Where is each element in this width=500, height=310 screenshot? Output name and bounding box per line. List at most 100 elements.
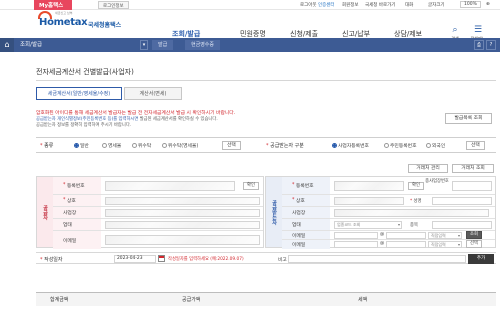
radio-dot bbox=[132, 143, 137, 148]
receiver-side-label: 공급받는자 bbox=[266, 177, 282, 247]
masked-value bbox=[106, 182, 234, 190]
item-field[interactable] bbox=[432, 221, 492, 229]
supplier-address-field[interactable] bbox=[105, 209, 260, 217]
receiver-email1-id-field[interactable] bbox=[334, 232, 378, 239]
at-sign: @ bbox=[380, 241, 385, 246]
masked-value bbox=[106, 198, 259, 204]
help-icon[interactable]: ? bbox=[486, 40, 496, 50]
radio-biz-no[interactable]: 사업자등록번호 bbox=[332, 142, 369, 149]
my-hometax-tab[interactable]: My홈택스 bbox=[34, 0, 100, 10]
receiver-regno-field[interactable] bbox=[334, 181, 404, 191]
receiver-row-address: 사업장 bbox=[282, 207, 495, 219]
item-label: 종목 bbox=[410, 223, 418, 228]
supplier-regno-field[interactable] bbox=[105, 181, 235, 191]
receiver-select-button[interactable]: 선택 bbox=[466, 141, 485, 150]
supplier-row-regno: * 등록번호 확인 bbox=[53, 177, 263, 195]
receiver-email2-id-field[interactable] bbox=[334, 241, 378, 248]
type-select-button[interactable]: 선택 bbox=[222, 141, 241, 150]
receiver-email2-label: 이메일 bbox=[282, 240, 330, 249]
add-button[interactable]: 추가 bbox=[468, 254, 494, 264]
supplier-check-button[interactable]: 확인 bbox=[243, 182, 259, 190]
summary-supply-header: 공급가액 bbox=[182, 297, 201, 303]
home-icon[interactable]: ⌂ bbox=[0, 38, 14, 52]
print-icon[interactable]: ⎙ bbox=[474, 40, 484, 50]
radio-foreigner[interactable]: 외국인 bbox=[426, 142, 445, 149]
radio-consignment-zero[interactable]: 위수탁(영세율) bbox=[162, 142, 198, 149]
receiver-name-label: * 상호 bbox=[282, 195, 330, 206]
supplier-name-field[interactable] bbox=[105, 197, 260, 205]
remark-input[interactable] bbox=[288, 255, 466, 263]
masked-value bbox=[335, 182, 403, 190]
global-nav: 조회/발급 민원증명 신청/제출 신고/납부 상담/제보 ⌕ 검색 ☰ 전체메뉴 bbox=[0, 12, 500, 47]
calendar-icon[interactable] bbox=[158, 255, 165, 262]
customer-manage-button[interactable]: 거래처 관리 bbox=[408, 164, 448, 173]
top-bar: My홈택스 로그인정보 로그아웃 인증센터 회원정보 국세청 바로가기 대화 글… bbox=[0, 0, 500, 10]
sub-biz-no-label: 종사업장번호 bbox=[425, 179, 449, 184]
masked-value bbox=[335, 198, 403, 204]
chevron-down-icon[interactable]: ▾ bbox=[140, 40, 148, 50]
rep-name-field[interactable] bbox=[432, 197, 492, 205]
radio-dot bbox=[426, 143, 431, 148]
supplier-row-name: * 상호 bbox=[53, 195, 263, 207]
receiver-email1-domain-field[interactable] bbox=[386, 232, 426, 239]
receiver-row-regno: * 등록번호 확인 종사업장번호 bbox=[282, 177, 495, 195]
receiver-name-field[interactable] bbox=[334, 197, 404, 205]
supplier-email-label: 이메일 bbox=[53, 231, 101, 249]
tab-invoice-exempt[interactable]: 계산서(면세) bbox=[124, 87, 182, 100]
notice-line2-b: 발급된 세금계산서를 확인하실 수 있습니다. bbox=[139, 117, 218, 122]
options-row: * 종류 일반 영세율 위수탁 위수탁(영세율) 선택 * 공급받는자 구분 사… bbox=[36, 137, 496, 153]
customer-lookup-button[interactable]: 거래처 조회 bbox=[452, 164, 494, 173]
cert-center-link[interactable]: 인증센터 bbox=[318, 2, 335, 8]
breadcrumb-root[interactable]: 조회/발급 bbox=[20, 40, 42, 50]
sub-biz-no-field[interactable] bbox=[452, 181, 492, 191]
email1-domain-select[interactable]: 직접입력 bbox=[428, 232, 462, 239]
receiver-row-email1: 이메일 @ 직접입력 조회 bbox=[282, 231, 495, 240]
supplier-row-email: 이메일 bbox=[53, 231, 263, 249]
radio-zero-rate[interactable]: 영세율 bbox=[102, 142, 121, 149]
login-info-button[interactable]: 로그인정보 bbox=[98, 1, 129, 9]
issue-date-label: * 작성일자 bbox=[40, 257, 63, 263]
notice-line3: 공급받는자 정보를 정확히 입력하여 주시기 바랍니다. bbox=[36, 123, 132, 128]
receiver-email2-domain-field[interactable] bbox=[386, 241, 426, 248]
supplier-section: 공급자 * 등록번호 확인 * 상호 사업장 업태 이메일 bbox=[36, 176, 264, 249]
summary-total-header: 합계금액 bbox=[50, 297, 69, 303]
receiver-check-button[interactable]: 확인 bbox=[408, 182, 424, 190]
email2-select-button[interactable]: 선택 bbox=[466, 240, 482, 248]
rep-name-label: * 성명 bbox=[410, 199, 422, 204]
supplier-business-field[interactable] bbox=[105, 221, 260, 229]
zoom-in-icon[interactable]: ⊕ bbox=[486, 2, 490, 7]
at-sign: @ bbox=[380, 232, 385, 237]
receiver-row-email2: 이메일 @ 직접입력 선택 bbox=[282, 240, 495, 249]
receiver-email1-label: 이메일 bbox=[282, 231, 330, 239]
supplier-name-label: * 상호 bbox=[53, 195, 101, 206]
supplier-email-field[interactable] bbox=[105, 235, 260, 245]
breadcrumb-current[interactable]: 현금영수증 bbox=[185, 40, 221, 50]
member-info-link[interactable]: 회원정보 bbox=[342, 2, 359, 8]
issue-date-input[interactable]: 2023-04-23 bbox=[114, 255, 156, 263]
logout-link[interactable]: 로그아웃 bbox=[300, 2, 317, 8]
breadcrumb-mid[interactable]: 발급 bbox=[152, 40, 174, 50]
receiver-address-field[interactable] bbox=[334, 209, 489, 217]
search-icon: ⌕ bbox=[452, 25, 458, 35]
receiver-section: 공급받는자 * 등록번호 확인 종사업장번호 * 상호 * 성명 사업장 업태 … bbox=[265, 176, 496, 249]
radio-resident-no[interactable]: 주민등록번호 bbox=[384, 142, 416, 149]
zoom-select[interactable]: 100% bbox=[460, 1, 481, 8]
email-lookup-button[interactable]: 조회 bbox=[466, 231, 482, 239]
radio-dot bbox=[162, 143, 167, 148]
masked-value bbox=[106, 222, 259, 228]
email2-domain-select[interactable]: 직접입력 bbox=[428, 241, 462, 248]
nts-link[interactable]: 국세청 바로가기 bbox=[365, 2, 395, 8]
supplier-side-label: 공급자 bbox=[37, 177, 53, 247]
receiver-type-label: * 공급받는자 구분 bbox=[266, 143, 304, 149]
issued-list-button[interactable]: 발급목록 조회 bbox=[445, 113, 492, 124]
business-type-select[interactable]: 업종코드 조회 bbox=[334, 221, 402, 229]
tab-tax-invoice[interactable]: 세금계산서(일반/영세율/수정) bbox=[36, 87, 122, 100]
chat-link[interactable]: 대화 bbox=[405, 2, 413, 8]
radio-dot bbox=[102, 143, 107, 148]
masked-value bbox=[106, 210, 259, 216]
supplier-regno-label: * 등록번호 bbox=[53, 177, 101, 194]
type-label: * 종류 bbox=[40, 143, 54, 149]
radio-consignment[interactable]: 위수탁 bbox=[132, 142, 151, 149]
font-size-label: 글자크기 bbox=[428, 3, 445, 8]
radio-general[interactable]: 일반 bbox=[74, 142, 89, 149]
